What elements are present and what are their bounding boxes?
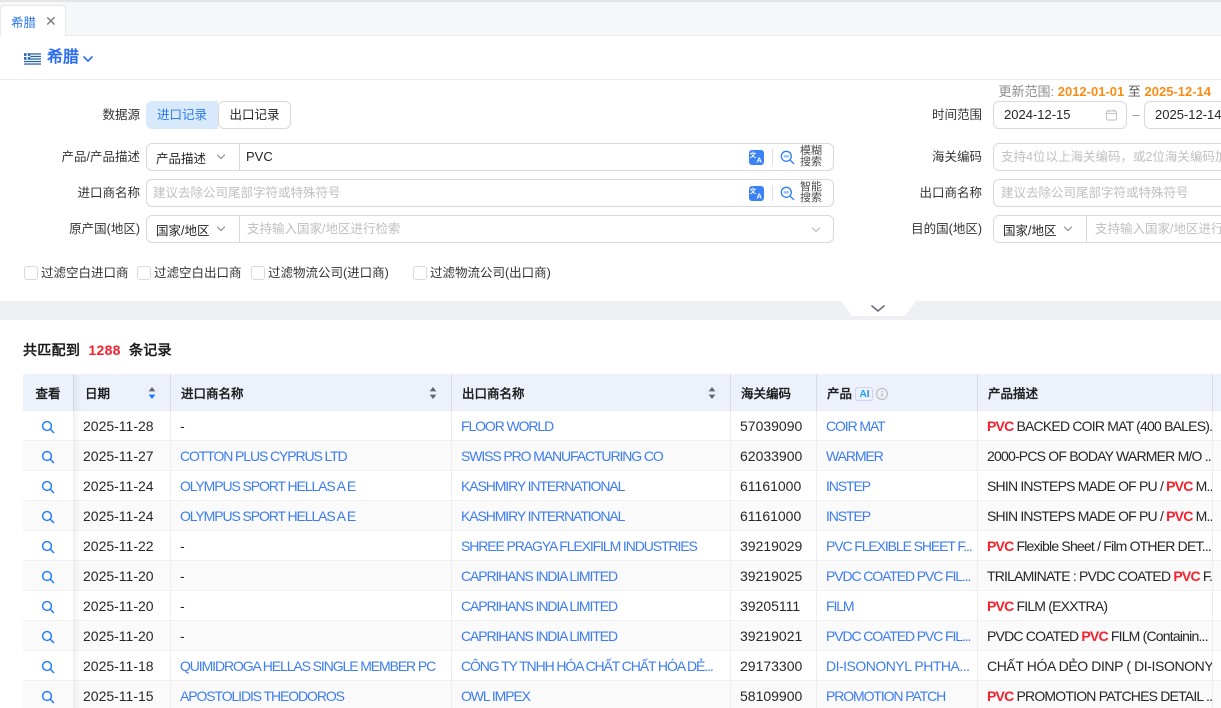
- svg-text:A: A: [756, 191, 762, 200]
- svg-text:A: A: [756, 155, 762, 164]
